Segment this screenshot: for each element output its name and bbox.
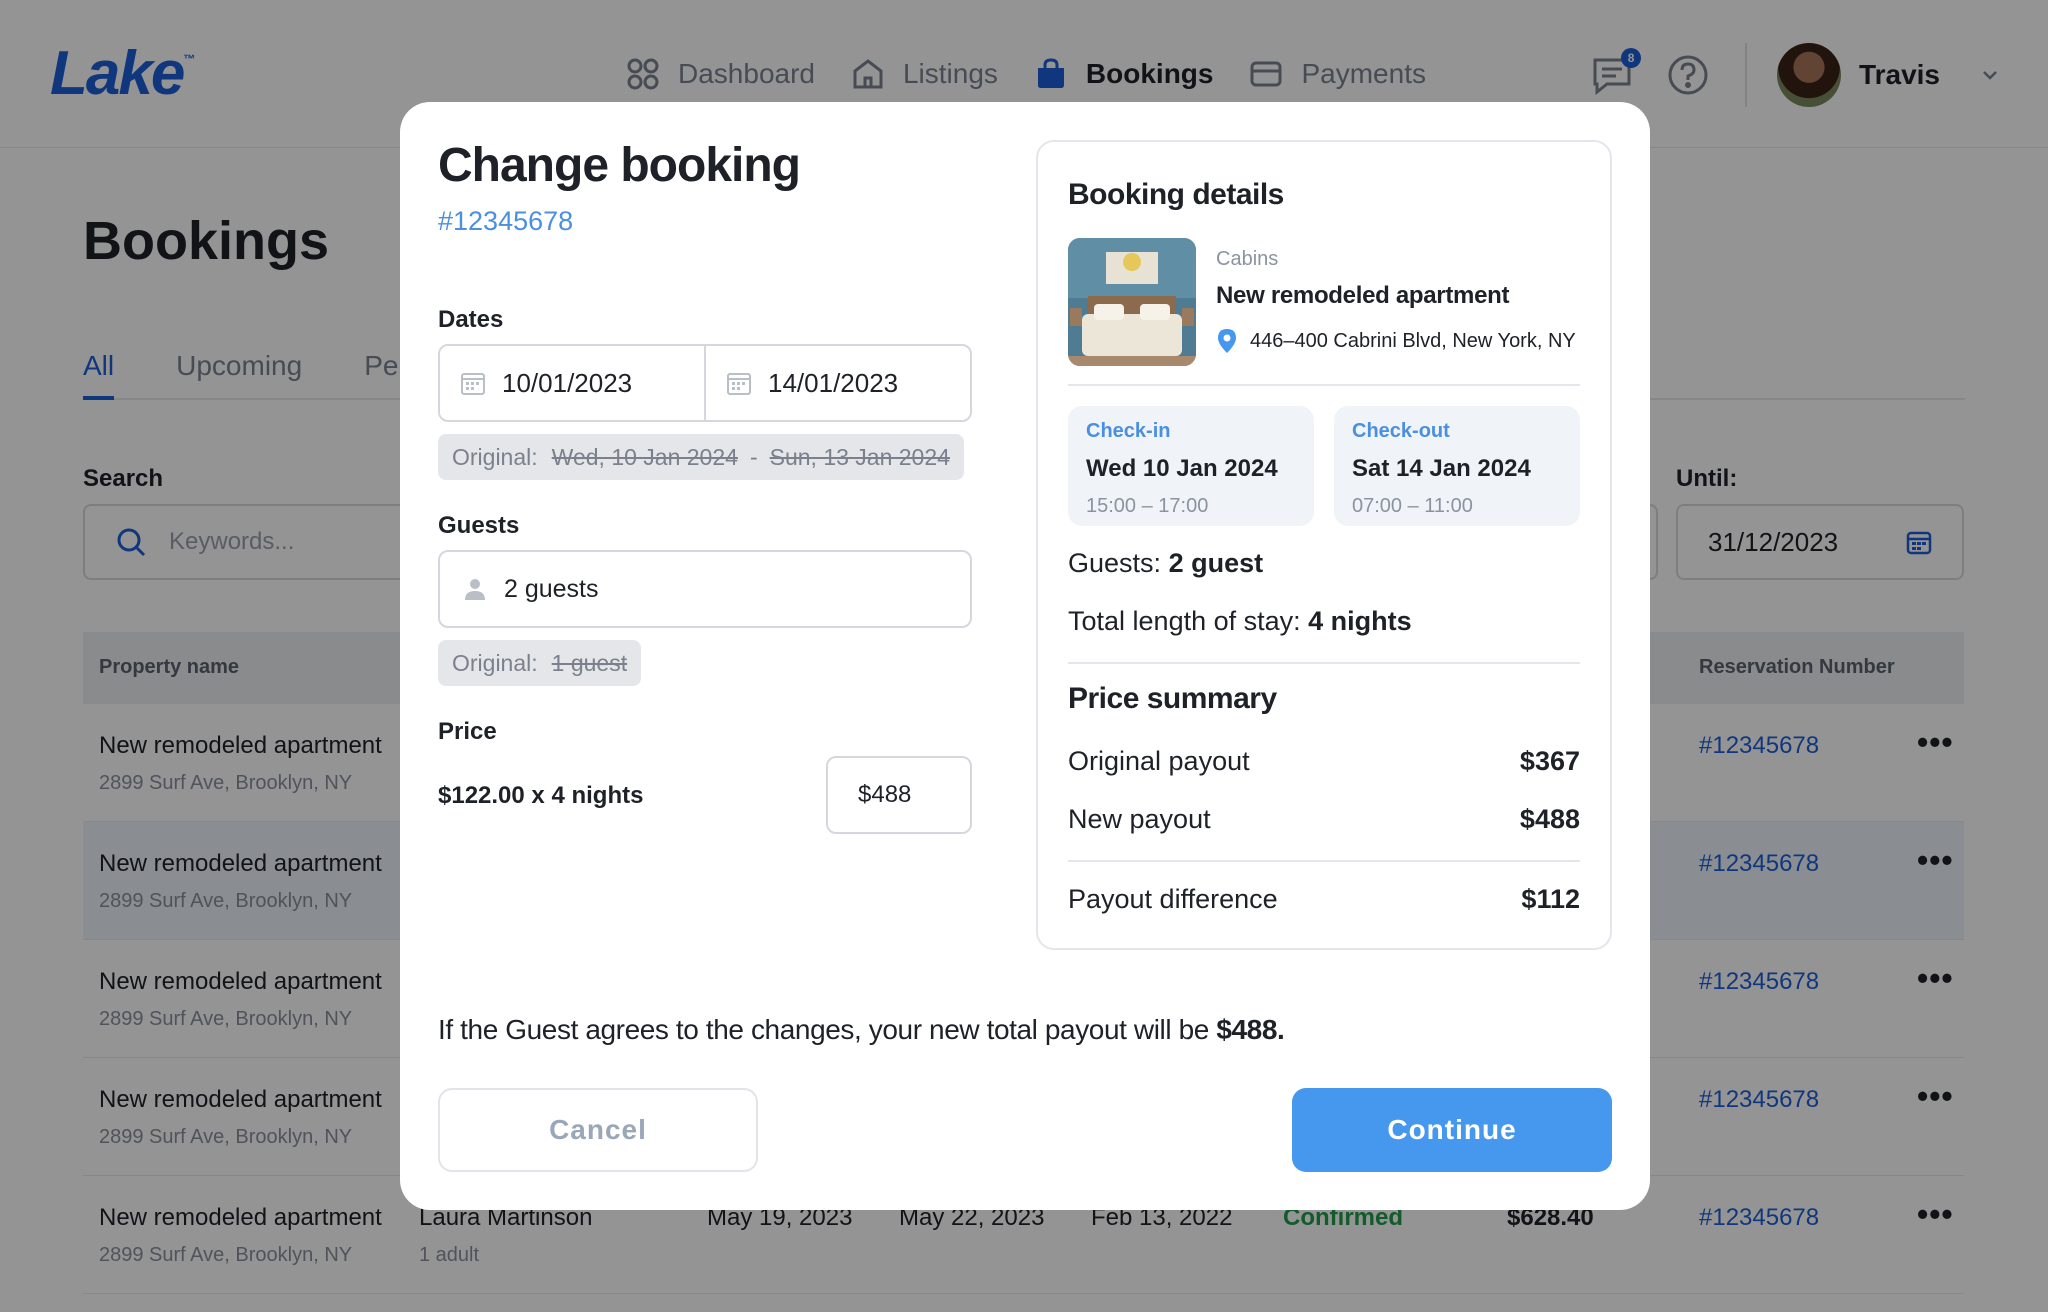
stay-length-summary: Total length of stay: 4 nights xyxy=(1068,606,1412,637)
new-payout-value: $488 xyxy=(1519,804,1580,834)
property-address: 446–400 Cabrini Blvd, New York, NY xyxy=(1216,328,1576,354)
guests-field[interactable]: 2 guests xyxy=(438,550,972,628)
original-guests-label: Original: xyxy=(452,649,538,676)
divider xyxy=(1068,860,1580,862)
price-summary-title: Price summary xyxy=(1068,682,1277,715)
check-in-date: Wed 10 Jan 2024 xyxy=(1086,455,1278,482)
original-payout-row: Original payout $367 xyxy=(1068,746,1580,777)
stay-length-label: Total length of stay: xyxy=(1068,606,1301,636)
payout-note-amount: $488. xyxy=(1216,1014,1285,1045)
guests-value: 2 guests xyxy=(504,574,599,603)
change-booking-modal: Change booking #12345678 Dates 10/01/202… xyxy=(400,102,1650,1210)
guests-summary: Guests: 2 guest xyxy=(1068,548,1263,579)
divider xyxy=(1068,384,1580,386)
calendar-icon xyxy=(461,373,485,395)
booking-details-card: Booking details Cabins New remodeled apa… xyxy=(1036,140,1612,950)
check-in-box: Check-in Wed 10 Jan 2024 15:00 – 17:00 xyxy=(1068,406,1314,526)
price-input[interactable]: $488 xyxy=(826,756,972,834)
guests-summary-value: 2 guest xyxy=(1168,548,1264,578)
dates-label: Dates xyxy=(438,306,504,333)
property-address-text: 446–400 Cabrini Blvd, New York, NY xyxy=(1250,329,1576,352)
guests-label: Guests xyxy=(438,512,520,539)
payout-difference-row: Payout difference $112 xyxy=(1068,884,1580,915)
stay-length-value: 4 nights xyxy=(1308,606,1412,636)
modal-title: Change booking xyxy=(438,139,801,192)
check-out-date: Sat 14 Jan 2024 xyxy=(1352,455,1531,482)
original-payout-label: Original payout xyxy=(1068,746,1250,776)
check-out-box: Check-out Sat 14 Jan 2024 07:00 – 11:00 xyxy=(1334,406,1580,526)
check-out-time: 07:00 – 11:00 xyxy=(1352,495,1473,517)
price-calculation: $122.00 x 4 nights xyxy=(438,782,644,809)
check-out-date-value: 14/01/2023 xyxy=(768,367,899,398)
booking-id: #12345678 xyxy=(438,206,574,236)
continue-button[interactable]: Continue xyxy=(1292,1088,1612,1172)
location-pin-icon xyxy=(1218,329,1236,353)
payout-note-text: If the Guest agrees to the changes, your… xyxy=(438,1014,1217,1045)
check-in-label: Check-in xyxy=(1086,420,1171,442)
payout-difference-value: $112 xyxy=(1521,884,1580,914)
property-category: Cabins xyxy=(1216,248,1279,270)
price-label: Price xyxy=(438,718,497,745)
divider xyxy=(1068,662,1580,664)
dates-range-input: 10/01/2023 14/01/2023 xyxy=(438,344,972,422)
original-dates-label: Original: xyxy=(452,443,538,470)
original-guests-value: 1 guest xyxy=(551,649,628,676)
payout-note: If the Guest agrees to the changes, your… xyxy=(438,1014,1285,1046)
guests-summary-label: Guests: xyxy=(1068,548,1162,578)
check-out-date-field[interactable]: 14/01/2023 xyxy=(704,346,970,420)
check-in-time: 15:00 – 17:00 xyxy=(1086,495,1209,517)
property-thumbnail xyxy=(1068,238,1196,366)
new-payout-row: New payout $488 xyxy=(1068,804,1580,835)
bedroom-image xyxy=(1068,238,1196,366)
calendar-icon xyxy=(727,373,751,395)
check-in-date-value: 10/01/2023 xyxy=(502,367,633,398)
check-in-date-field[interactable]: 10/01/2023 xyxy=(440,346,704,420)
check-out-label: Check-out xyxy=(1352,420,1450,442)
original-payout-value: $367 xyxy=(1519,746,1580,776)
new-payout-label: New payout xyxy=(1068,804,1211,834)
cancel-button[interactable]: Cancel xyxy=(438,1088,758,1172)
original-date-from: Wed, 10 Jan 2024 xyxy=(551,443,738,470)
booking-details-title: Booking details xyxy=(1068,178,1284,211)
original-dates-separator: - xyxy=(749,443,758,470)
user-icon xyxy=(465,579,485,600)
original-date-to: Sun, 13 Jan 2024 xyxy=(769,443,950,470)
original-dates-chip: Original: Wed, 10 Jan 2024 - Sun, 13 Jan… xyxy=(438,434,964,480)
original-guests-chip: Original: 1 guest xyxy=(438,640,642,686)
payout-difference-label: Payout difference xyxy=(1068,884,1278,914)
property-name: New remodeled apartment xyxy=(1216,282,1510,309)
